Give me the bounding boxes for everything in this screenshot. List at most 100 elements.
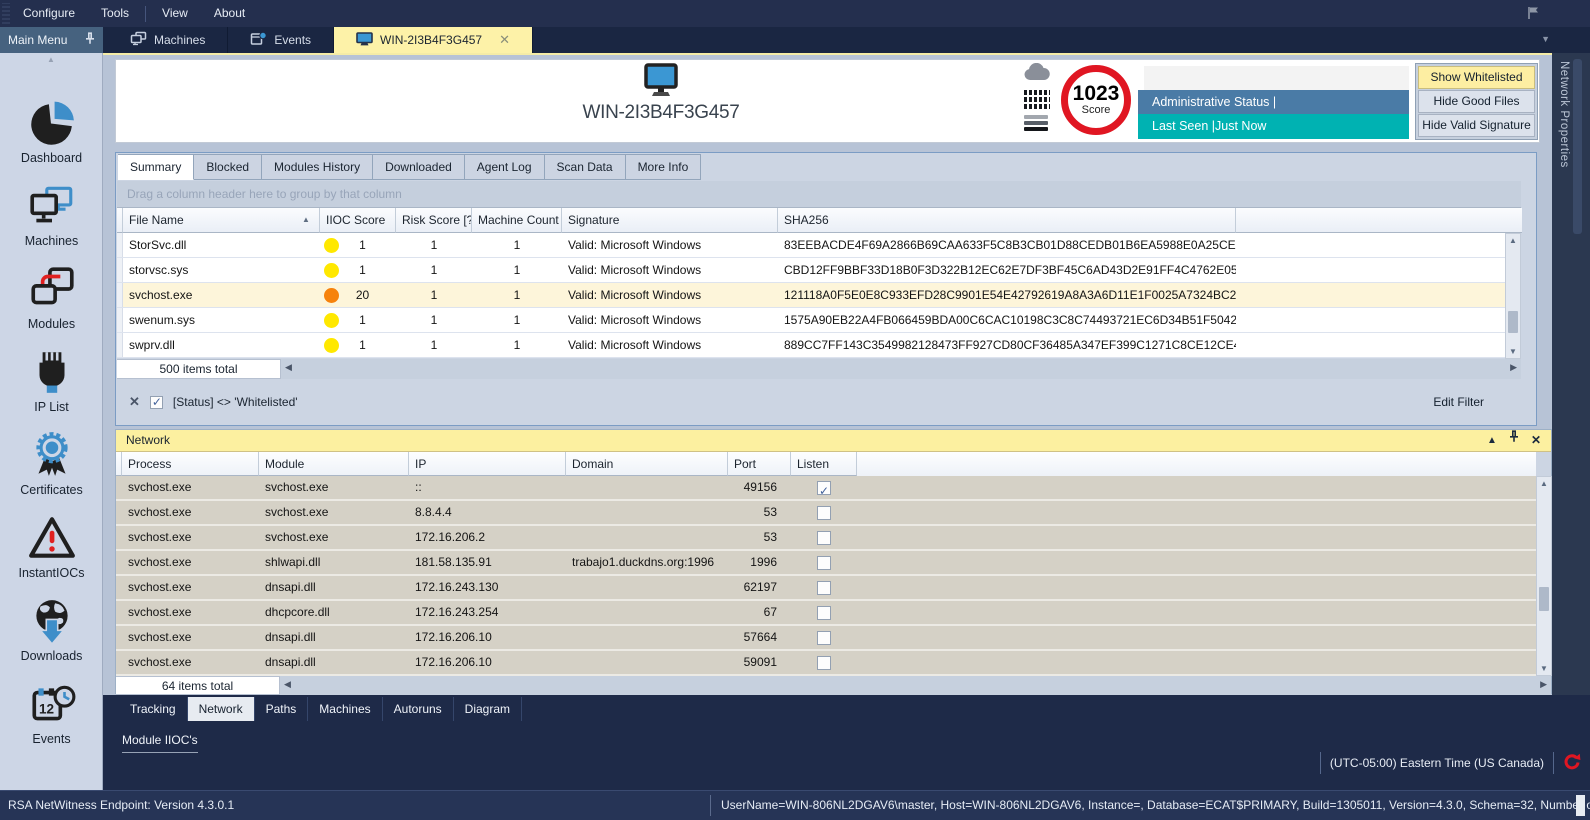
scroll-right-icon[interactable]: ▶ — [1540, 679, 1547, 690]
close-panel-icon[interactable]: ✕ — [1531, 430, 1541, 451]
collapse-panel-icon[interactable]: ▲ — [1487, 430, 1497, 451]
scroll-up-icon[interactable]: ▲ — [1537, 479, 1551, 488]
scroll-right-icon[interactable]: ▶ — [1510, 362, 1517, 373]
network-row[interactable]: svchost.exe shlwapi.dll 181.58.135.91 tr… — [116, 551, 1536, 576]
sidebar-item-modules[interactable]: Modules — [0, 263, 103, 343]
edit-filter-link[interactable]: Edit Filter — [1433, 395, 1484, 409]
modules-vertical-scrollbar[interactable]: ▲ ▼ — [1505, 233, 1521, 359]
module-cell: svchost.exe — [265, 505, 329, 519]
column-header[interactable]: Signature — [562, 208, 778, 233]
group-by-drop-zone[interactable]: Drag a column header here to group by th… — [117, 181, 1521, 208]
menu-view[interactable]: View — [149, 0, 201, 27]
network-row[interactable]: svchost.exe dnsapi.dll 172.16.206.10 576… — [116, 626, 1536, 651]
filter-toggle-button[interactable]: Show Whitelisted — [1418, 66, 1535, 89]
module-iocs-link[interactable]: Module IIOC's — [122, 733, 198, 753]
bottom-tab[interactable]: Autoruns — [383, 697, 454, 721]
listen-checkbox[interactable] — [817, 480, 831, 499]
pin-icon[interactable] — [1509, 430, 1519, 451]
bottom-tab[interactable]: Machines — [308, 697, 383, 721]
main-menu-panel-header[interactable]: Main Menu — [0, 27, 103, 53]
network-row[interactable]: svchost.exe dhcpcore.dll 172.16.243.254 … — [116, 601, 1536, 626]
scrollbar-thumb[interactable] — [1539, 587, 1549, 611]
close-tab-icon[interactable]: ✕ — [499, 32, 510, 48]
network-vertical-scrollbar[interactable]: ▲ ▼ — [1536, 476, 1552, 676]
machine-status-icons — [1024, 62, 1054, 137]
column-header[interactable]: Port — [728, 452, 791, 476]
filter-toggle-button[interactable]: Hide Good Files — [1418, 90, 1535, 113]
flag-icon[interactable] — [1527, 6, 1540, 23]
column-header[interactable]: Process — [122, 452, 259, 476]
scroll-up-icon[interactable]: ▲ — [1506, 236, 1520, 245]
network-row[interactable]: svchost.exe dnsapi.dll 172.16.243.130 62… — [116, 576, 1536, 601]
statusbar-grip — [1576, 795, 1585, 816]
app-window: Configure Tools View About Main Menu Mac… — [0, 0, 1590, 820]
network-horizontal-scrollbar[interactable]: ◀ ▶ — [280, 676, 1551, 695]
module-row[interactable]: StorSvc.dll 1 1 1 Valid: Microsoft Windo… — [117, 233, 1506, 258]
module-detail-tab[interactable]: Modules History — [262, 154, 374, 180]
scrollbar-thumb[interactable] — [1508, 311, 1518, 333]
network-properties-tab[interactable]: Network Properties — [1558, 61, 1570, 168]
column-header[interactable]: Listen — [791, 452, 857, 476]
network-row[interactable]: svchost.exe dnsapi.dll 172.16.206.10 590… — [116, 651, 1536, 676]
menu-about[interactable]: About — [201, 0, 258, 27]
listen-checkbox[interactable] — [817, 580, 831, 595]
module-row[interactable]: svchost.exe 20 1 1 Valid: Microsoft Wind… — [117, 283, 1506, 308]
menu-tools[interactable]: Tools — [88, 0, 142, 27]
scroll-left-icon[interactable]: ◀ — [284, 679, 291, 690]
listen-checkbox[interactable] — [817, 655, 831, 670]
module-detail-tab[interactable]: Scan Data — [544, 154, 626, 180]
bottom-tab[interactable]: Tracking — [119, 697, 188, 721]
scroll-down-icon[interactable]: ▼ — [1537, 664, 1551, 673]
remove-filter-icon[interactable]: ✕ — [129, 394, 140, 410]
refresh-icon[interactable] — [1563, 753, 1582, 773]
tab-machines[interactable]: Machines — [108, 27, 229, 53]
bottom-tab[interactable]: Network — [187, 697, 255, 721]
column-header[interactable]: Module — [259, 452, 409, 476]
sidebar-item-instantiocs[interactable]: InstantIOCs — [0, 512, 103, 592]
sidebar-item-downloads[interactable]: Downloads — [0, 595, 103, 675]
listen-checkbox[interactable] — [817, 605, 831, 620]
module-row[interactable]: storvsc.sys 1 1 1 Valid: Microsoft Windo… — [117, 258, 1506, 283]
module-cell: svchost.exe — [265, 530, 329, 544]
column-header[interactable]: Domain — [566, 452, 728, 476]
column-header[interactable]: Machine Count — [472, 208, 562, 233]
listen-checkbox[interactable] — [817, 630, 831, 645]
network-row[interactable]: svchost.exe svchost.exe :: 49156 — [116, 476, 1536, 501]
tab-events[interactable]: Events — [228, 27, 335, 53]
listen-checkbox[interactable] — [817, 555, 831, 570]
network-row[interactable]: svchost.exe svchost.exe 172.16.206.2 53 — [116, 526, 1536, 551]
column-header[interactable]: SHA256 — [778, 208, 1236, 233]
sidebar-item-machines[interactable]: Machines — [0, 180, 103, 260]
module-detail-tab[interactable]: More Info — [625, 154, 702, 180]
listen-checkbox[interactable] — [817, 505, 831, 520]
menu-configure[interactable]: Configure — [10, 0, 88, 27]
scroll-down-icon[interactable]: ▼ — [1506, 347, 1520, 356]
module-detail-tab[interactable]: Agent Log — [464, 154, 545, 180]
column-header[interactable]: File Name — [123, 208, 320, 233]
bottom-tab[interactable]: Paths — [255, 697, 309, 721]
module-row[interactable]: swprv.dll 1 1 1 Valid: Microsoft Windows… — [117, 333, 1506, 358]
module-detail-tab[interactable]: Summary — [118, 154, 195, 180]
tab-machine-detail[interactable]: WIN-2I3B4F3G457 ✕ — [334, 27, 533, 53]
listen-checkbox[interactable] — [817, 530, 831, 545]
sidebar-item-certificates[interactable]: Certificates — [0, 429, 103, 509]
module-row[interactable]: swenum.sys 1 1 1 Valid: Microsoft Window… — [117, 308, 1506, 333]
scroll-left-icon[interactable]: ◀ — [285, 362, 292, 373]
sidebar-item-ip-list[interactable]: IP List — [0, 346, 103, 426]
chevron-down-icon[interactable]: ▼ — [1541, 34, 1550, 44]
bottom-tab[interactable]: Diagram — [454, 697, 523, 721]
column-header[interactable]: Risk Score [?] — [396, 208, 472, 233]
machine-count-cell: 1 — [513, 313, 521, 327]
pin-icon[interactable] — [85, 32, 95, 48]
column-header[interactable]: IP — [409, 452, 566, 476]
sidebar-item-dashboard[interactable]: Dashboard — [0, 97, 103, 177]
module-detail-tab[interactable]: Blocked — [194, 154, 263, 180]
sidebar-item-events[interactable]: 12 Events — [0, 678, 103, 758]
filter-toggle-button[interactable]: Hide Valid Signature — [1418, 114, 1535, 137]
column-header[interactable]: IIOC Score — [320, 208, 396, 233]
module-detail-tab[interactable]: Downloaded — [373, 154, 465, 180]
modules-horizontal-scrollbar[interactable]: ◀ ▶ — [281, 359, 1521, 379]
sidebar-scroll-up-icon[interactable]: ▲ — [0, 53, 102, 67]
network-row[interactable]: svchost.exe svchost.exe 8.8.4.4 53 — [116, 501, 1536, 526]
filter-enabled-checkbox[interactable] — [149, 395, 163, 409]
